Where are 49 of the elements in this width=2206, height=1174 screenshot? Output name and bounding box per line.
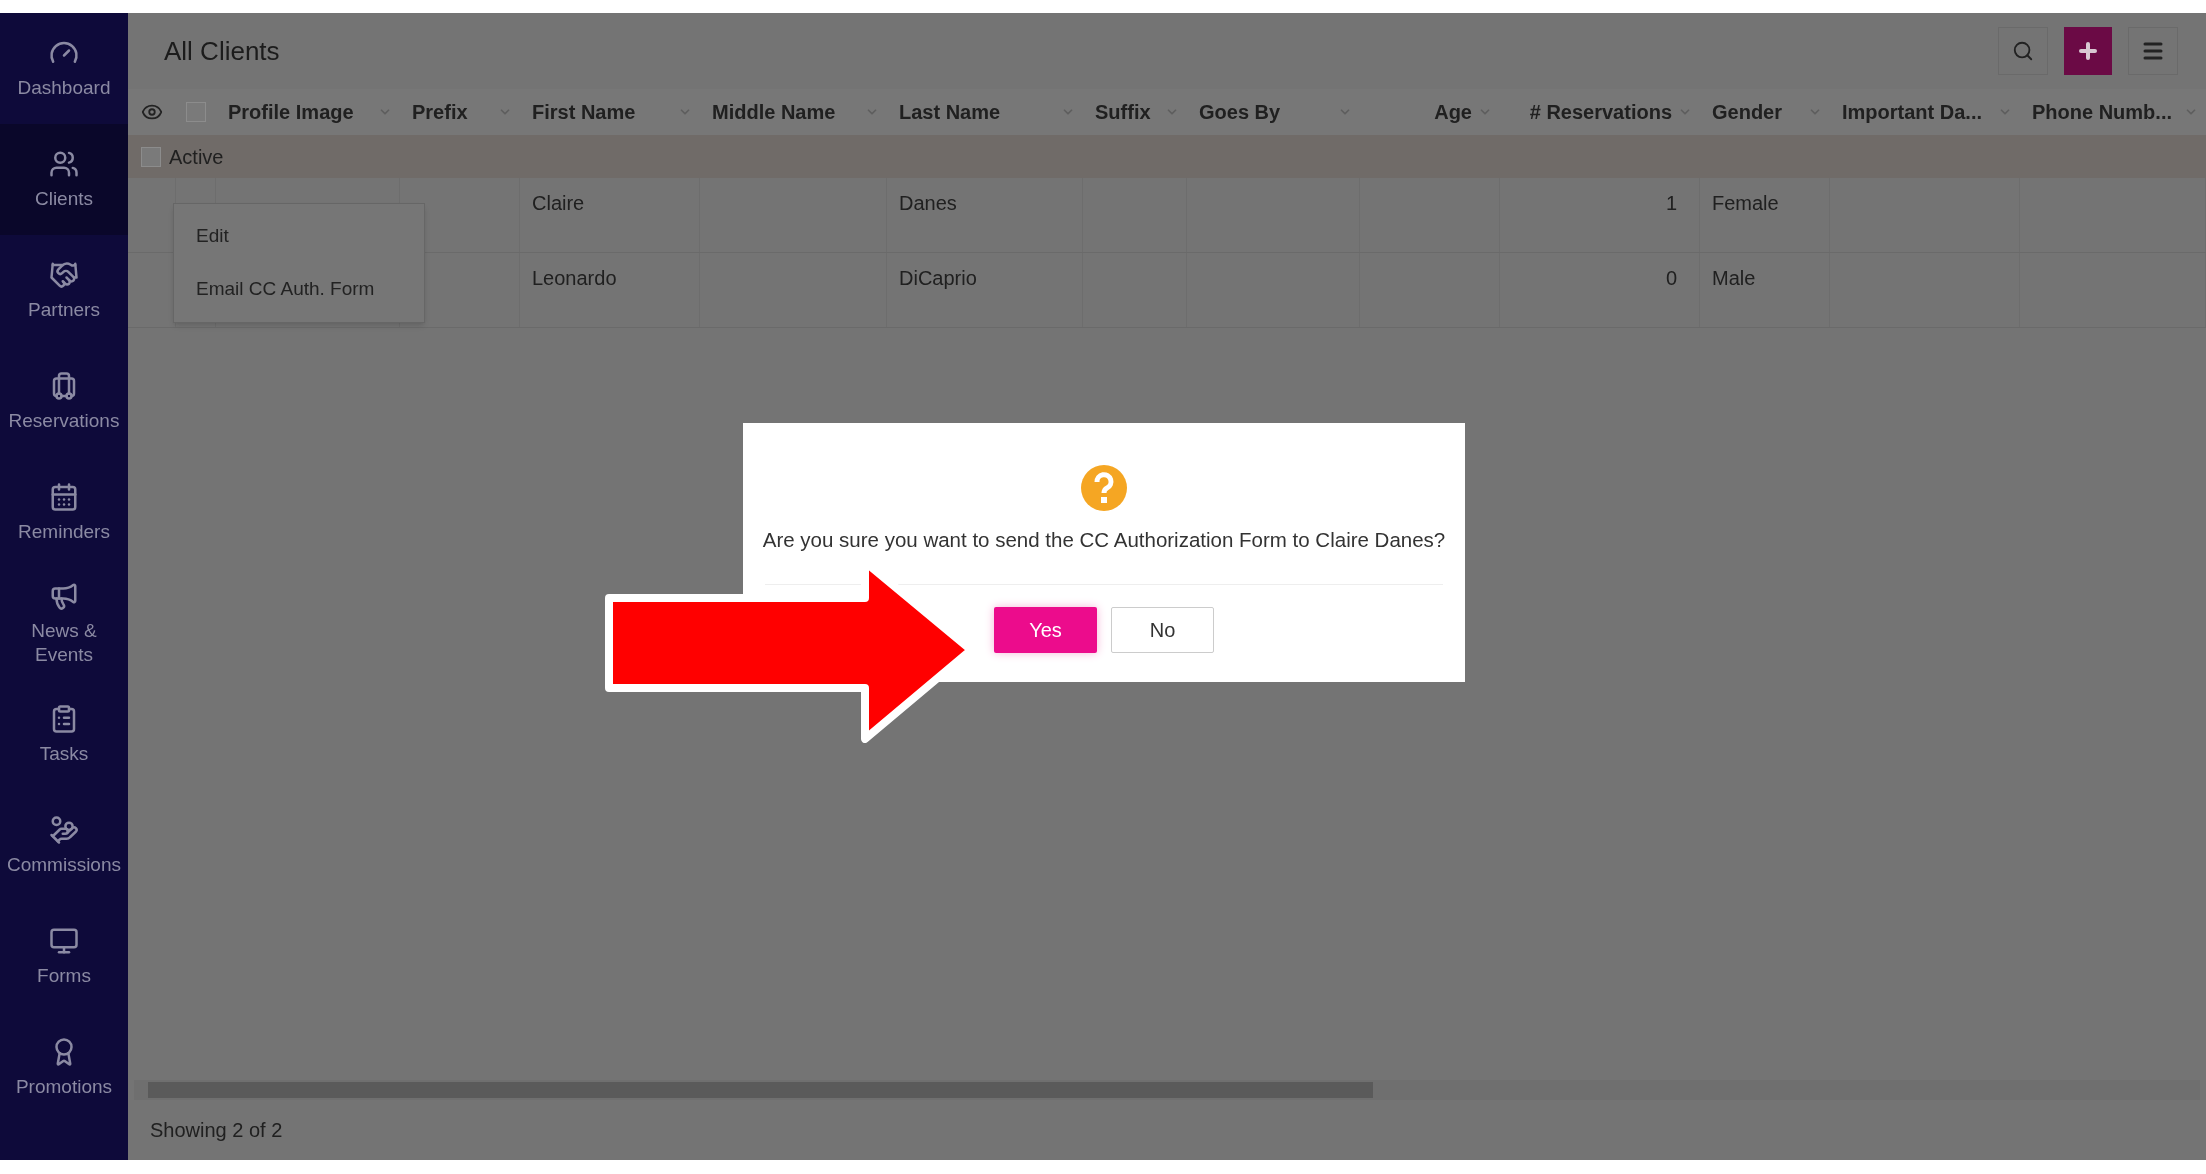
question-icon xyxy=(1081,465,1127,511)
sidebar-item[interactable]: News & Events xyxy=(0,568,128,679)
sidebar-icon xyxy=(49,259,79,290)
sidebar-item[interactable]: Forms xyxy=(0,901,128,1012)
menu-item[interactable]: Email CC Auth. Form xyxy=(174,263,424,316)
sidebar-item[interactable]: Dashboard xyxy=(0,13,128,124)
sidebar-item[interactable]: Reminders xyxy=(0,457,128,568)
table-cell: Danes xyxy=(899,192,957,214)
column-header[interactable]: Last Name xyxy=(899,97,1001,127)
cancel-button[interactable]: No xyxy=(1111,606,1214,653)
menu-button[interactable] xyxy=(2128,27,2178,75)
column-header[interactable]: First Name xyxy=(532,97,636,127)
column-header[interactable]: Goes By xyxy=(1199,97,1281,127)
sidebar-item[interactable]: Reservations xyxy=(0,346,128,457)
search-button[interactable] xyxy=(1998,27,2048,75)
table-cell: Claire xyxy=(532,192,585,214)
sidebar-item[interactable]: Tasks xyxy=(0,679,128,790)
column-header[interactable]: Middle Name xyxy=(712,97,836,127)
record-count: Showing 2 of 2 xyxy=(150,1118,283,1143)
column-header[interactable]: Suffix xyxy=(1095,97,1151,127)
table-cell: DiCaprio xyxy=(899,267,977,289)
table-cell: Leonardo xyxy=(532,267,617,289)
group-row[interactable]: Active xyxy=(128,135,2206,178)
column-header[interactable]: Gender xyxy=(1712,97,1783,127)
table-cell: Male xyxy=(1712,267,1756,289)
search-icon xyxy=(2012,40,2034,62)
sidebar-icon xyxy=(49,481,79,512)
scrollbar[interactable] xyxy=(134,1080,2200,1100)
column-header[interactable]: Phone Numb... xyxy=(2032,97,2172,127)
dialog-message: Are you sure you want to send the CC Authorization Form to Claire Danes? xyxy=(762,527,1446,553)
confirm-button[interactable]: Yes xyxy=(994,606,1097,653)
sidebar-item[interactable]: Clients xyxy=(0,124,128,235)
table-cell: 1 xyxy=(1665,192,1677,214)
page-title: All Clients xyxy=(164,34,280,68)
checkbox[interactable] xyxy=(141,146,161,167)
sidebar-item[interactable]: Promotions xyxy=(0,1012,128,1123)
column-header[interactable]: Age xyxy=(1434,97,1472,127)
column-header[interactable]: Profile Image xyxy=(228,97,354,127)
plus-icon xyxy=(2076,39,2100,63)
sidebar-item[interactable]: Partners xyxy=(0,235,128,346)
table-cell: Female xyxy=(1712,192,1779,214)
add-button[interactable] xyxy=(2064,27,2112,75)
sidebar-item[interactable]: Commissions xyxy=(0,790,128,901)
column-header[interactable]: # Reservations xyxy=(1529,97,1672,127)
table-cell: 0 xyxy=(1665,267,1677,289)
column-header[interactable]: Prefix xyxy=(412,97,468,127)
column-header[interactable]: Important Da... xyxy=(1842,97,1982,127)
group-label: Active xyxy=(169,144,224,170)
sidebar-icon xyxy=(49,814,79,845)
